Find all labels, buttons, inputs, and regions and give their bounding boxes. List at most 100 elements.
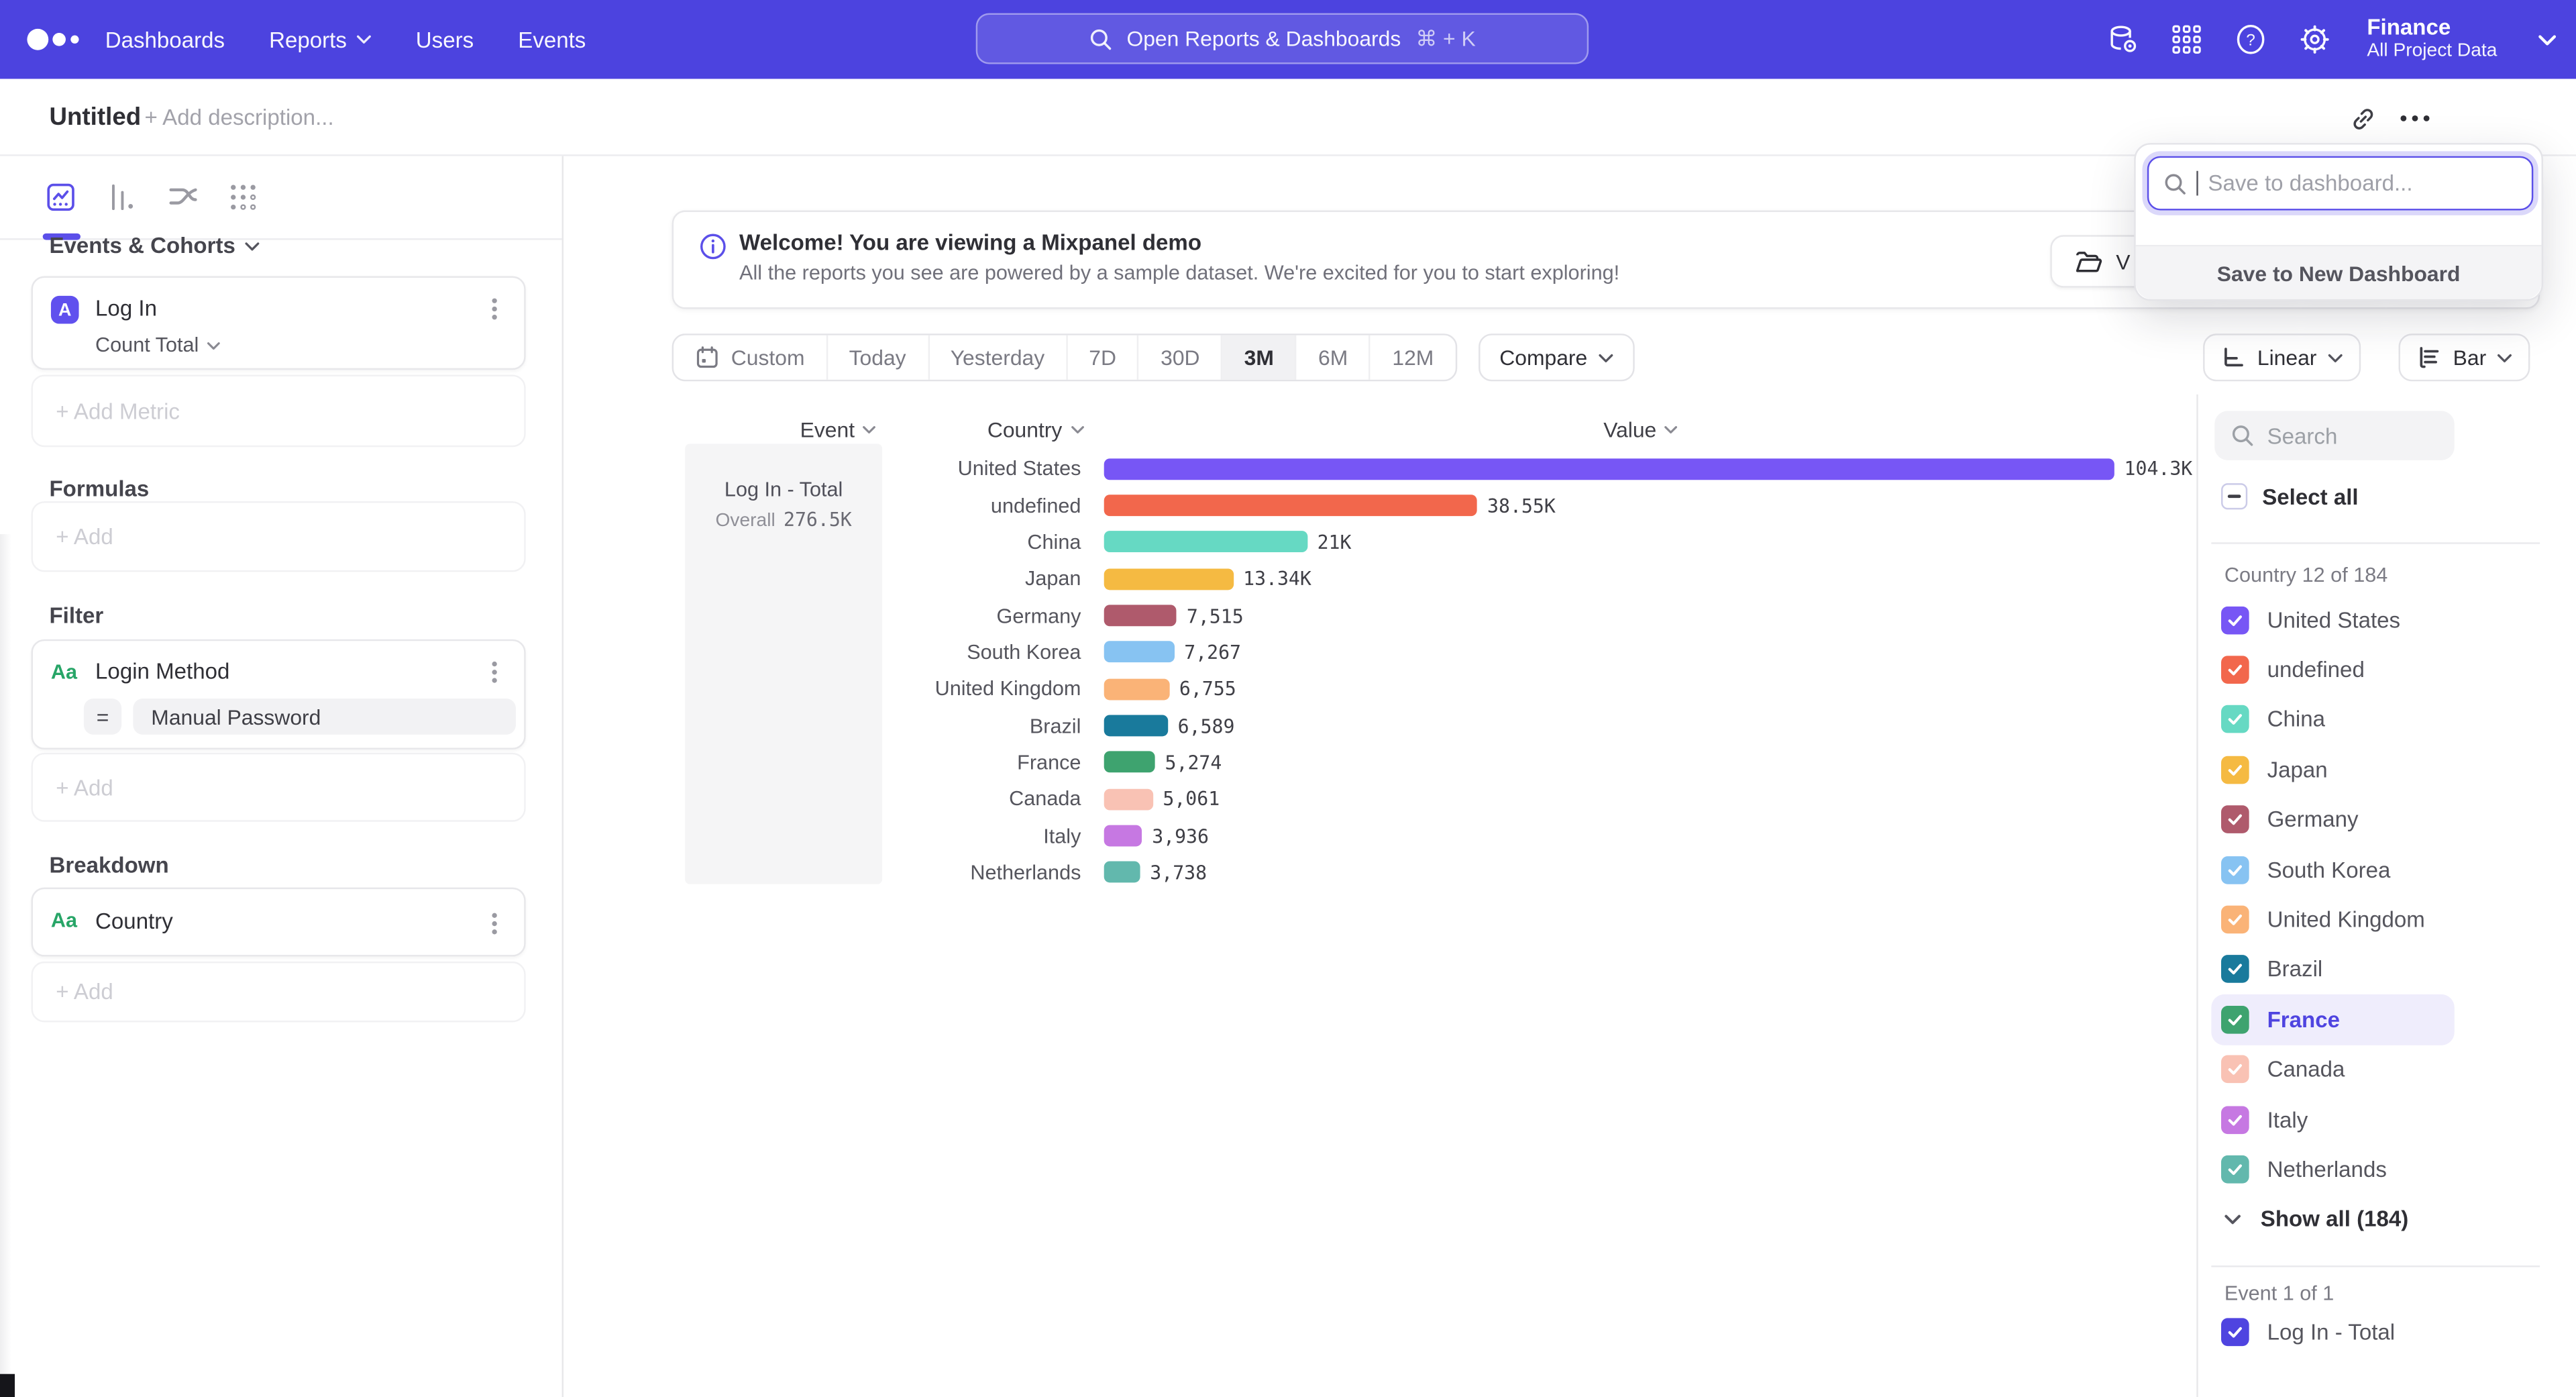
legend-country-row[interactable]: undefined <box>2211 645 2454 694</box>
legend-country-row[interactable]: Japan <box>2211 745 2454 794</box>
country-checkbox[interactable] <box>2221 906 2249 934</box>
events-section-title[interactable]: Events & Cohorts <box>49 234 260 258</box>
column-header-country[interactable]: Country <box>987 417 1083 442</box>
funnels-icon[interactable] <box>105 180 138 213</box>
nav-reports[interactable]: Reports <box>269 27 372 52</box>
filter-property-name[interactable]: Login Method <box>95 659 229 684</box>
date-option-6m[interactable]: 6M <box>1297 335 1371 380</box>
country-label: Italy <box>2267 1107 2308 1132</box>
scale-select[interactable]: Linear <box>2203 333 2361 381</box>
metric-card[interactable]: A Log In Count Total <box>32 276 526 370</box>
kebab-menu-icon[interactable] <box>482 296 508 322</box>
nav-users[interactable]: Users <box>416 27 474 52</box>
date-option-7d[interactable]: 7D <box>1067 335 1139 380</box>
compare-button[interactable]: Compare <box>1478 333 1635 381</box>
add-filter-button[interactable]: + Add <box>32 753 526 822</box>
nav-events[interactable]: Events <box>518 27 586 52</box>
global-search[interactable]: Open Reports & Dashboards ⌘ + K <box>976 13 1589 64</box>
data-management-icon[interactable] <box>2106 23 2139 56</box>
breakdown-property-name[interactable]: Country <box>95 909 173 934</box>
country-checkbox[interactable] <box>2221 806 2249 834</box>
select-all-checkbox-row[interactable]: Select all <box>2221 483 2359 509</box>
bar[interactable] <box>1104 495 1478 516</box>
add-description-field[interactable]: + Add description... <box>145 79 334 156</box>
save-dashboard-search-input[interactable]: Save to dashboard... <box>2147 156 2534 211</box>
filter-operator-select[interactable]: = <box>84 698 121 735</box>
metric-event-name[interactable]: Log In <box>95 296 157 321</box>
bar[interactable] <box>1104 605 1177 626</box>
column-header-event[interactable]: Event <box>800 417 876 442</box>
bar[interactable] <box>1104 678 1169 700</box>
chart-bar-row: China21K <box>672 524 2200 561</box>
legend-event-checkbox[interactable] <box>2221 1318 2249 1346</box>
kebab-menu-icon[interactable] <box>482 911 508 937</box>
country-checkbox[interactable] <box>2221 756 2249 784</box>
bar[interactable] <box>1104 825 1142 847</box>
bar[interactable] <box>1104 641 1175 663</box>
select-all-checkbox[interactable] <box>2221 483 2247 509</box>
country-checkbox[interactable] <box>2221 606 2249 634</box>
country-checkbox[interactable] <box>2221 1055 2249 1084</box>
legend-country-row[interactable]: Canada <box>2211 1045 2454 1094</box>
bar-category-label: Japan <box>672 568 1081 590</box>
copy-link-button[interactable] <box>2345 100 2381 136</box>
bar[interactable] <box>1104 568 1234 590</box>
legend-country-row[interactable]: France <box>2211 994 2454 1044</box>
bar[interactable] <box>1104 715 1168 737</box>
bar[interactable] <box>1104 788 1153 810</box>
bar[interactable] <box>1104 752 1155 773</box>
project-name: Finance <box>2367 15 2497 42</box>
date-option-30d[interactable]: 30D <box>1139 335 1223 380</box>
country-checkbox[interactable] <box>2221 1105 2249 1133</box>
legend-country-row[interactable]: China <box>2211 695 2454 745</box>
bar-category-label: South Korea <box>672 641 1081 664</box>
legend-country-row[interactable]: Italy <box>2211 1094 2454 1144</box>
show-all-button[interactable]: Show all (184) <box>2224 1206 2408 1231</box>
report-title[interactable]: Untitled <box>49 79 141 156</box>
mixpanel-logo-icon[interactable] <box>26 28 82 51</box>
nav-dashboards[interactable]: Dashboards <box>105 27 225 52</box>
filter-value-input[interactable]: Manual Password <box>133 698 516 735</box>
project-selector[interactable]: Finance All Project Data <box>2367 15 2497 64</box>
country-checkbox[interactable] <box>2221 856 2249 884</box>
legend-event-row[interactable]: Log In - Total <box>2221 1318 2395 1346</box>
bar-chart: United States104.3Kundefined38.55KChina2… <box>672 450 2200 891</box>
kebab-menu-icon[interactable] <box>482 659 508 685</box>
breakdown-card[interactable]: Aa Country <box>32 888 526 957</box>
column-header-value[interactable]: Value <box>1603 417 1678 442</box>
bar[interactable] <box>1104 862 1140 884</box>
more-actions-button[interactable] <box>2397 100 2433 136</box>
add-breakdown-button[interactable]: + Add <box>32 962 526 1023</box>
legend-country-row[interactable]: Netherlands <box>2211 1145 2454 1194</box>
date-option-custom[interactable]: Custom <box>674 335 828 380</box>
date-option-yesterday[interactable]: Yesterday <box>929 335 1068 380</box>
filter-card[interactable]: Aa Login Method = Manual Password <box>32 639 526 749</box>
help-icon[interactable]: ? <box>2234 23 2267 56</box>
bar[interactable] <box>1104 458 2114 480</box>
settings-gear-icon[interactable] <box>2298 23 2330 56</box>
date-option-3m-selected[interactable]: 3M <box>1223 335 1297 380</box>
date-option-12m[interactable]: 12M <box>1371 335 1456 380</box>
date-option-today[interactable]: Today <box>828 335 929 380</box>
country-checkbox[interactable] <box>2221 955 2249 984</box>
add-formula-button[interactable]: + Add <box>32 501 526 572</box>
legend-country-row[interactable]: United Kingdom <box>2211 894 2454 944</box>
legend-country-row[interactable]: United States <box>2211 595 2454 645</box>
bar[interactable] <box>1104 531 1307 553</box>
legend-country-row[interactable]: South Korea <box>2211 845 2454 894</box>
add-metric-button[interactable]: + Add Metric <box>32 374 526 447</box>
legend-search-input[interactable]: Search <box>2214 411 2455 460</box>
legend-country-row[interactable]: Brazil <box>2211 945 2454 994</box>
insights-chart-icon[interactable] <box>44 180 77 213</box>
country-checkbox[interactable] <box>2221 1155 2249 1184</box>
country-checkbox[interactable] <box>2221 656 2249 684</box>
save-to-new-dashboard-button[interactable]: Save to New Dashboard <box>2136 245 2542 299</box>
metric-aggregation[interactable]: Count Total <box>95 333 220 356</box>
chart-type-select[interactable]: Bar <box>2399 333 2530 381</box>
legend-country-row[interactable]: Germany <box>2211 794 2454 844</box>
retention-icon[interactable] <box>227 180 260 213</box>
country-checkbox[interactable] <box>2221 706 2249 734</box>
flows-icon[interactable] <box>166 180 199 213</box>
country-checkbox[interactable] <box>2221 1006 2249 1034</box>
apps-grid-icon[interactable] <box>2169 23 2202 56</box>
